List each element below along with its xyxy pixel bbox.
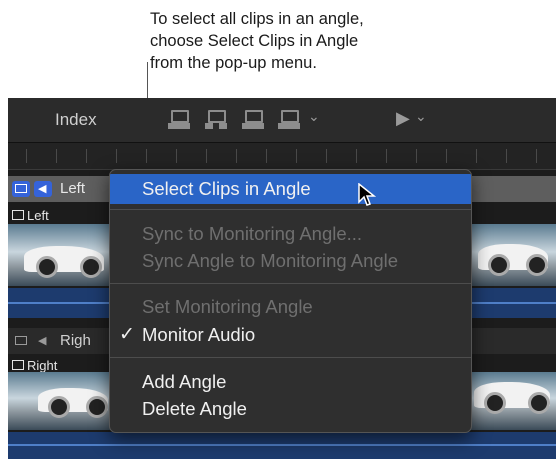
append-icon[interactable] — [168, 110, 190, 130]
edit-options-chevron-icon[interactable]: ⌄ — [308, 108, 320, 125]
angle-name-label: Righ — [60, 332, 91, 349]
angle-name-label: Left — [60, 180, 86, 197]
index-button[interactable]: Index — [55, 110, 97, 130]
audio-monitor-icon[interactable]: ◀ — [34, 181, 52, 197]
angle-popup-menu: Select Clips in Angle Sync to Monitoring… — [109, 169, 472, 433]
audio-monitor-icon[interactable]: ◀ — [34, 333, 52, 349]
tool-select-icon[interactable]: ▶ — [396, 108, 410, 129]
insert-icon[interactable] — [205, 110, 227, 130]
menu-separator — [110, 283, 471, 284]
menu-item-monitor-audio[interactable]: ✓ Monitor Audio — [110, 320, 471, 350]
video-monitor-icon[interactable] — [12, 181, 30, 197]
audio-clip-right[interactable] — [8, 432, 556, 459]
menu-item-sync-to-monitoring-angle: Sync to Monitoring Angle... — [142, 223, 363, 244]
video-monitor-icon[interactable] — [12, 333, 30, 349]
mouse-pointer-icon — [358, 183, 376, 206]
timeline-toolbar: Index ⌄ ▶ ⌄ — [8, 98, 556, 143]
menu-item-set-monitoring-angle: Set Monitoring Angle — [142, 296, 313, 317]
film-icon — [12, 360, 24, 370]
menu-separator — [110, 209, 471, 210]
connect-icon[interactable] — [242, 110, 264, 130]
menu-item-delete-angle[interactable]: Delete Angle — [110, 394, 471, 424]
callout-text: To select all clips in an angle, choose … — [150, 10, 364, 72]
timeline-ruler[interactable] — [8, 143, 556, 170]
clip-label-left: Left — [12, 208, 49, 223]
tools-chevron-icon[interactable]: ⌄ — [415, 108, 427, 125]
menu-item-select-clips-in-angle[interactable]: Select Clips in Angle — [110, 174, 471, 206]
clip-label-right: Right — [12, 358, 57, 373]
checkmark-icon: ✓ — [119, 324, 135, 345]
menu-item-sync-angle-to-monitoring-angle: Sync Angle to Monitoring Angle — [142, 250, 399, 271]
menu-separator — [110, 357, 471, 358]
film-icon — [12, 210, 24, 220]
overwrite-icon[interactable] — [278, 110, 300, 130]
menu-item-add-angle[interactable]: Add Angle — [110, 367, 471, 397]
